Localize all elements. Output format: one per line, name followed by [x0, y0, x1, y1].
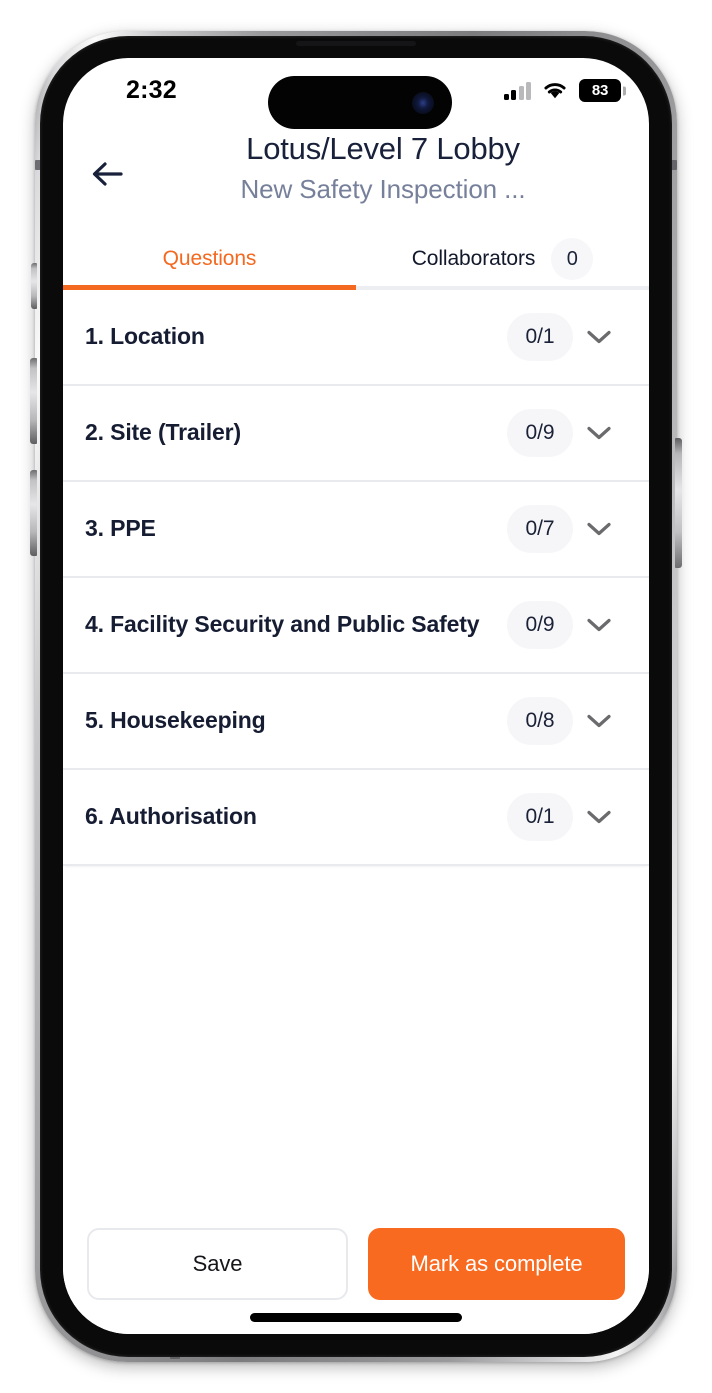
question-section-title: 5. Housekeeping — [85, 707, 266, 734]
question-section-row[interactable]: 1. Location 0/1 — [63, 290, 649, 386]
expand-section-button[interactable] — [573, 697, 625, 745]
cellular-bars-icon — [503, 81, 531, 100]
question-section-row[interactable]: 5. Housekeeping 0/8 — [63, 674, 649, 770]
question-section-row[interactable]: 2. Site (Trailer) 0/9 — [63, 386, 649, 482]
action-bar: Save Mark as complete — [63, 1216, 649, 1334]
save-button[interactable]: Save — [87, 1228, 348, 1300]
page-subtitle[interactable]: New Safety Inspection ... — [137, 172, 629, 206]
home-indicator[interactable] — [250, 1313, 462, 1322]
tab-questions-label: Questions — [162, 247, 257, 270]
question-sections-list: 1. Location 0/1 2. Site (Trailer) 0/9 3. PPE… — [63, 290, 649, 866]
chevron-down-icon — [587, 522, 611, 536]
chevron-down-icon — [587, 426, 611, 440]
status-bar: 2:32 83 — [63, 58, 649, 129]
battery-terminal — [623, 86, 626, 95]
chevron-down-icon — [587, 810, 611, 824]
question-section-title: 4. Facility Security and Public Safety — [85, 611, 480, 638]
front-camera-icon — [412, 91, 434, 114]
question-section-progress: 0/7 — [507, 505, 573, 553]
question-section-row[interactable]: 6. Authorisation 0/1 — [63, 770, 649, 866]
silent-switch-button[interactable] — [31, 263, 37, 309]
volume-down-button[interactable] — [30, 470, 37, 556]
page-title: Lotus/Level 7 Lobby — [246, 131, 520, 166]
question-section-progress: 0/9 — [507, 601, 573, 649]
collaborators-count-badge: 0 — [551, 238, 594, 280]
mark-as-complete-button[interactable]: Mark as complete — [368, 1228, 625, 1300]
screenshot-canvas: 2:32 83 Lotus/Level 7 Lobby New Safety I… — [0, 0, 712, 1393]
question-section-title: 1. Location — [85, 323, 205, 350]
expand-section-button[interactable] — [573, 313, 625, 361]
expand-section-button[interactable] — [573, 601, 625, 649]
expand-section-button[interactable] — [573, 793, 625, 841]
app-header: Lotus/Level 7 Lobby New Safety Inspectio… — [63, 120, 649, 220]
earpiece-speaker — [296, 41, 416, 46]
question-section-progress: 0/1 — [507, 793, 573, 841]
question-section-progress: 0/9 — [507, 409, 573, 457]
chevron-down-icon — [587, 714, 611, 728]
question-section-progress: 0/1 — [507, 313, 573, 361]
question-section-row[interactable]: 3. PPE 0/7 — [63, 482, 649, 578]
status-bar-time: 2:32 — [126, 76, 177, 104]
chevron-down-icon — [587, 618, 611, 632]
question-section-row[interactable]: 4. Facility Security and Public Safety 0/… — [63, 578, 649, 674]
question-section-title: 2. Site (Trailer) — [85, 419, 241, 446]
chevron-down-icon — [587, 330, 611, 344]
expand-section-button[interactable] — [573, 505, 625, 553]
arrow-left-icon — [92, 162, 123, 186]
wifi-icon — [542, 81, 568, 100]
tab-bar: Questions Collaborators 0 — [63, 229, 649, 289]
question-section-title: 6. Authorisation — [85, 803, 257, 830]
expand-section-button[interactable] — [573, 409, 625, 457]
tab-questions[interactable]: Questions — [63, 229, 356, 289]
phone-screen: 2:32 83 Lotus/Level 7 Lobby New Safety I… — [63, 58, 649, 1334]
battery-icon: 83 — [579, 79, 626, 102]
power-button[interactable] — [675, 438, 682, 568]
volume-up-button[interactable] — [30, 358, 37, 444]
question-section-title: 3. PPE — [85, 515, 156, 542]
tab-collaborators[interactable]: Collaborators 0 — [356, 229, 649, 289]
battery-percentage: 83 — [591, 82, 609, 99]
back-button[interactable] — [83, 150, 131, 198]
header-titles: Lotus/Level 7 Lobby New Safety Inspectio… — [137, 130, 629, 206]
question-section-progress: 0/8 — [507, 697, 573, 745]
tab-collaborators-label: Collaborators — [411, 247, 536, 270]
status-bar-indicators: 83 — [503, 79, 626, 102]
